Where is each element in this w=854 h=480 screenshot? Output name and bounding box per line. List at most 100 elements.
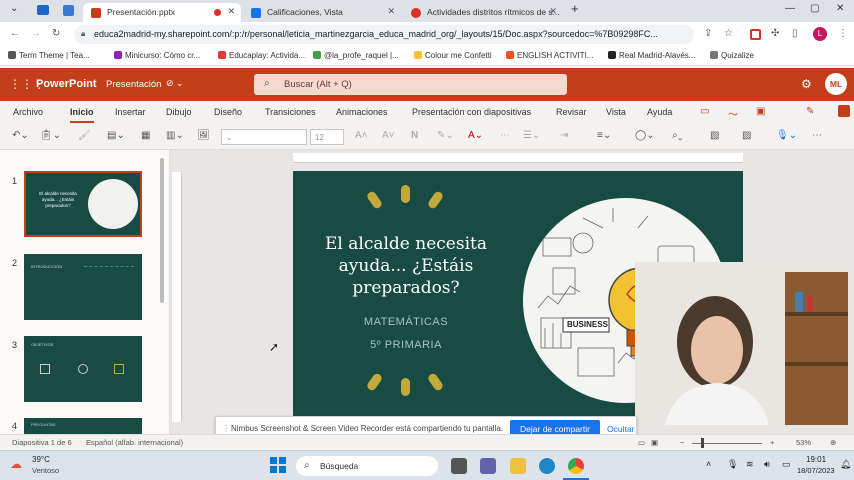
bookmark-item[interactable]: Term Theme | Tea... <box>8 51 90 60</box>
slide-subtitle-subject[interactable]: MATEMÁTICAS <box>311 316 501 328</box>
tab-insertar[interactable]: Insertar <box>115 107 146 117</box>
slide-thumbnail-3[interactable]: OBJETIVOS <box>24 336 142 402</box>
chrome-icon[interactable] <box>568 458 584 474</box>
tab-search-icon[interactable]: ⌄ <box>10 3 18 14</box>
app-name[interactable]: PowerPoint <box>36 78 97 90</box>
reload-icon[interactable]: ↻ <box>52 28 60 39</box>
tray-overflow-icon[interactable]: ˄ <box>706 459 711 469</box>
bullets-icon[interactable]: ☰⌄ <box>523 130 540 141</box>
language-indicator[interactable]: Español (alfab. internacional) <box>86 438 183 447</box>
font-size-select[interactable]: 12 <box>310 129 344 145</box>
increase-font-icon[interactable]: A˄ <box>355 130 368 141</box>
share-button[interactable] <box>838 105 850 117</box>
more-font-icon[interactable]: ⋯ <box>500 130 510 141</box>
undo-icon[interactable]: ↶⌄ <box>12 130 29 141</box>
paste-icon[interactable]: 📋︎⌄ <box>40 130 61 141</box>
bookmark-item[interactable]: @la_profe_raquel |... <box>313 51 399 60</box>
user-avatar[interactable]: ML <box>825 73 847 95</box>
tab-archivo[interactable]: Archivo <box>13 107 43 117</box>
font-color-icon[interactable]: A⌄ <box>468 130 483 141</box>
dictate-mic-icon[interactable]: 🎙︎⌄ <box>776 130 797 141</box>
designer-icon[interactable]: ▧ <box>710 130 719 141</box>
minimize-button[interactable]: — <box>785 3 795 14</box>
mic-tray-icon[interactable]: 🎙︎ <box>727 459 738 470</box>
edge-icon[interactable] <box>539 458 555 474</box>
close-tab-icon[interactable]: ✕ <box>549 6 557 17</box>
decrease-font-icon[interactable]: A˅ <box>382 130 395 141</box>
tab-calificaciones[interactable]: Calificaciones, Vista ✕ <box>243 3 401 22</box>
clock-date[interactable]: 18/07/2023 <box>797 466 835 475</box>
wifi-icon[interactable]: ≋ <box>746 459 754 470</box>
close-tab-icon[interactable]: ✕ <box>387 6 395 17</box>
profile-avatar[interactable]: L <box>813 27 827 41</box>
slide-thumbnail-4[interactable]: PREGUNTAS <box>24 418 142 434</box>
font-family-select[interactable]: ⌄ <box>221 129 307 145</box>
shapes-icon[interactable]: ◯⌄ <box>635 130 655 141</box>
fit-slide-icon[interactable]: ⊕ <box>830 438 836 447</box>
tab-vista[interactable]: Vista <box>606 107 626 117</box>
weather-temp[interactable]: 39°C <box>32 455 50 464</box>
slide-thumbnail-1[interactable]: El alcalde necesita ayuda... ¿Estáis pre… <box>24 171 142 237</box>
zoom-slider-thumb[interactable] <box>701 438 704 448</box>
bookmark-item[interactable]: ENGLISH ACTIVITI... <box>506 51 593 60</box>
back-icon[interactable]: ← <box>10 28 20 39</box>
new-tab-button[interactable]: + <box>571 1 579 16</box>
drag-handle-icon[interactable]: ⋮ <box>222 424 230 433</box>
task-view-icon[interactable] <box>451 458 467 474</box>
align-icon[interactable]: ≡⌄ <box>597 130 611 141</box>
bookmark-item[interactable]: Colour me Confetti <box>414 51 492 60</box>
clock-time[interactable]: 19:01 <box>806 455 826 464</box>
normal-view-icon[interactable]: ▣ <box>651 438 658 447</box>
close-tab-icon[interactable]: ✕ <box>227 6 235 17</box>
bookmark-item[interactable]: Real Madrid-Alavés... <box>608 51 695 60</box>
url-field[interactable]: 🔒︎ educa2madrid-my.sharepoint.com/:p:/r/… <box>74 25 694 44</box>
teams-icon[interactable] <box>480 458 496 474</box>
bookmark-star-icon[interactable]: ☆ <box>724 28 733 39</box>
find-icon[interactable]: ⌕⌄ <box>672 130 682 141</box>
hide-notification-button[interactable]: Ocultar <box>607 424 634 434</box>
browser-menu-icon[interactable]: ⋮ <box>838 28 848 39</box>
highlight-icon[interactable]: ✎⌄ <box>437 130 454 141</box>
slide-title[interactable]: El alcalde necesita ayuda... ¿Estáis pre… <box>311 233 501 299</box>
slide-subtitle-grade[interactable]: 5º PRIMARIA <box>311 339 501 351</box>
bold-icon[interactable]: N <box>411 130 418 141</box>
battery-icon[interactable]: ▭ <box>782 459 791 470</box>
tab-revisar[interactable]: Revisar <box>556 107 587 117</box>
settings-gear-icon[interactable]: ⚙ <box>801 77 812 91</box>
weather-desc[interactable]: Ventoso <box>32 466 59 475</box>
bookmark-item[interactable]: Minicurso: Cómo cr... <box>114 51 200 60</box>
tab-animaciones[interactable]: Animaciones <box>336 107 388 117</box>
sidepanel-icon[interactable]: ▯ <box>792 28 798 39</box>
docs-icon[interactable] <box>63 5 74 16</box>
file-explorer-icon[interactable] <box>510 458 526 474</box>
weather-icon[interactable]: ☁ <box>10 457 22 471</box>
tab-transiciones[interactable]: Transiciones <box>265 107 316 117</box>
zoom-level[interactable]: 53% <box>796 438 811 447</box>
section-icon[interactable]: ▥⌄ <box>166 130 184 141</box>
tab-inicio[interactable]: Inicio <box>70 107 94 123</box>
mail-icon[interactable] <box>37 5 49 15</box>
taskbar-search-input[interactable]: ⌕ Búsqueda <box>296 456 438 476</box>
layout-icon[interactable]: ▦ <box>141 130 150 141</box>
bookmark-item[interactable]: Quizalize <box>710 51 754 60</box>
more-options-icon[interactable]: ⋯ <box>812 130 822 141</box>
zoom-in-icon[interactable]: + <box>770 438 774 447</box>
tab-presentacion-diapositivas[interactable]: Presentación con diapositivas <box>412 107 531 117</box>
autosave-icon[interactable]: ⊘ ⌄ <box>166 78 184 89</box>
present-icon[interactable]: ▣ <box>756 106 765 117</box>
document-title[interactable]: Presentación <box>106 79 161 90</box>
recorder-extension-icon[interactable] <box>750 29 761 40</box>
volume-icon[interactable]: 🔊︎ <box>764 459 770 470</box>
tab-diseno[interactable]: Diseño <box>214 107 242 117</box>
indent-icon[interactable]: ⇥ <box>560 130 568 141</box>
notes-icon[interactable]: ▭ <box>638 438 645 447</box>
slide-thumbnail-2[interactable]: INTRODUCCIÓN <box>24 254 142 320</box>
catch-up-icon[interactable]: 〜 <box>728 106 738 121</box>
new-slide-icon[interactable]: ▤⌄ <box>107 130 125 141</box>
tab-actividades[interactable]: Actividades distritos rítmicos de s... ✕ <box>403 3 563 22</box>
tab-ayuda[interactable]: Ayuda <box>647 107 672 117</box>
forward-icon[interactable]: → <box>31 28 41 39</box>
share-icon[interactable]: ⇪ <box>704 28 712 39</box>
extensions-puzzle-icon[interactable]: ✣ <box>771 28 779 39</box>
close-window-button[interactable]: ✕ <box>836 3 844 14</box>
